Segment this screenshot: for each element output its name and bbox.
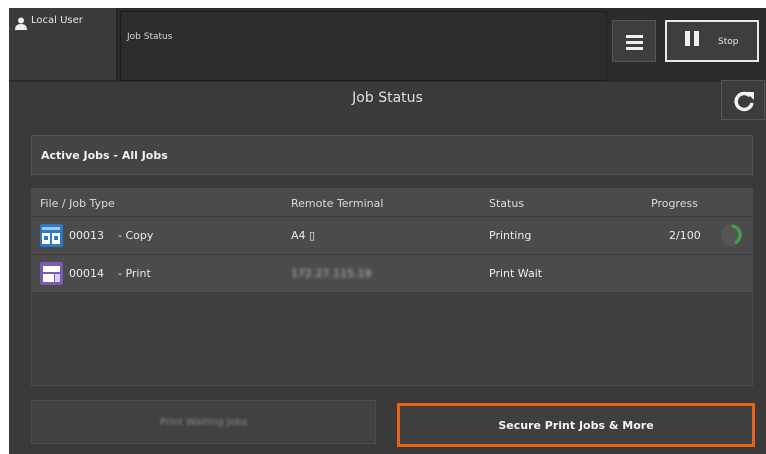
job-progress: 2/100: [669, 229, 701, 242]
column-header: Progress: [651, 197, 698, 210]
job-status: Print Wait: [489, 267, 543, 280]
job-table: File / Job Type Remote Terminal Status P…: [31, 188, 753, 386]
remote-terminal: A4 ▯: [291, 229, 316, 242]
print-waiting-jobs-label: Print Waiting Jobs: [159, 417, 248, 428]
job-number: 00013: [69, 229, 104, 242]
table-row[interactable]: 00014 - Print 172.27.115.19 Print Wait: [32, 255, 752, 293]
stop-label: Stop: [718, 37, 739, 47]
user-icon: [15, 17, 27, 30]
app-frame: Local User Job Status Stop Job Status Ac…: [9, 8, 766, 454]
page-title: Job Status: [352, 90, 423, 106]
remote-terminal: 172.27.115.19: [291, 267, 372, 280]
menu-button[interactable]: [612, 20, 656, 62]
user-label: Local User: [31, 15, 83, 26]
column-header: Status: [489, 197, 525, 210]
user-button[interactable]: Local User: [9, 8, 117, 80]
top-bar: Local User Job Status Stop: [9, 8, 766, 82]
print-job-icon: [40, 262, 63, 285]
refresh-icon: [734, 91, 754, 112]
job-status: Printing: [489, 229, 532, 242]
refresh-button[interactable]: [721, 80, 765, 120]
copy-job-icon: [40, 224, 63, 247]
job-type: - Print: [118, 267, 151, 280]
table-row[interactable]: 00013 - Copy A4 ▯ Printing 2/100: [32, 217, 752, 255]
table-header: File / Job Type Remote Terminal Status P…: [32, 189, 752, 217]
title-box-label: Job Status: [127, 32, 173, 42]
column-header: File / Job Type: [40, 197, 115, 210]
job-number: 00014: [69, 267, 104, 280]
job-type: - Copy: [118, 229, 154, 242]
column-header: Remote Terminal: [291, 197, 384, 210]
secure-print-jobs-button[interactable]: Secure Print Jobs & More: [397, 403, 755, 447]
job-filter-dropdown[interactable]: Active Jobs - All Jobs: [31, 135, 753, 175]
job-status-title-box: Job Status: [120, 11, 607, 81]
hamburger-icon: [626, 35, 643, 38]
secure-print-jobs-label: Secure Print Jobs & More: [498, 419, 654, 432]
progress-spinner-icon: [721, 224, 743, 246]
stop-button[interactable]: Stop: [665, 20, 759, 62]
print-waiting-jobs-button[interactable]: Print Waiting Jobs: [31, 400, 376, 444]
filter-label: Active Jobs - All Jobs: [41, 149, 168, 162]
